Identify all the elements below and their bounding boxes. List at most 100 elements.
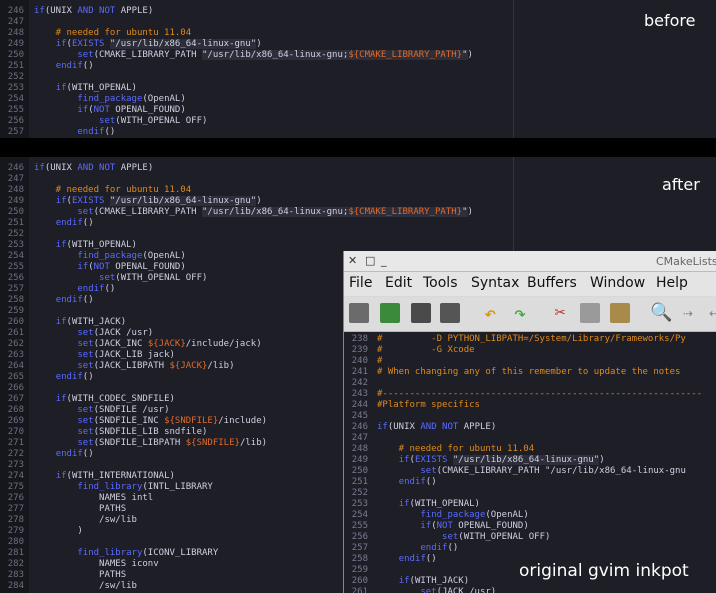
line-number: 246 (7, 163, 24, 173)
line-number: 261 (351, 587, 368, 593)
code-line: 239 # -G Xcode (344, 345, 716, 356)
copy-icon[interactable] (580, 303, 600, 323)
redo-icon[interactable]: ↷ (510, 303, 530, 323)
paste-icon[interactable] (610, 303, 630, 323)
before-label: before (644, 11, 696, 30)
next-icon[interactable]: ⇢ (678, 303, 698, 323)
menu-syntax[interactable]: Syntax (471, 275, 519, 291)
line-text: endif() (398, 477, 437, 487)
find-icon[interactable]: 🔍 (650, 303, 672, 323)
cut-icon[interactable]: ✂ (550, 303, 570, 323)
line-number: 279 (7, 526, 24, 536)
line-number: 257 (7, 284, 24, 294)
undo-icon[interactable]: ↶ (480, 303, 500, 323)
code-line: 248 # needed for ubuntu 11.04 (0, 185, 716, 196)
line-number: 264 (7, 361, 24, 371)
code-line: 256 set(WITH_OPENAL OFF) (0, 116, 716, 127)
line-text: endif() (55, 218, 94, 228)
line-number: 278 (7, 515, 24, 525)
line-text: find_package(OpenAL) (420, 510, 529, 520)
line-number: 280 (7, 537, 24, 547)
line-number: 250 (351, 466, 368, 476)
line-number: 257 (7, 127, 24, 137)
line-text: if(UNIX AND NOT APPLE) (34, 163, 154, 173)
code-line: 253 if(WITH_OPENAL) (344, 499, 716, 510)
line-text: if(WITH_JACK) (398, 576, 470, 586)
line-number: 268 (7, 405, 24, 415)
code-line: 247 (0, 174, 716, 185)
gvim-code-area[interactable]: 238 # -D PYTHON_LIBPATH=/System/Library/F… (344, 332, 716, 593)
line-number: 239 (351, 345, 368, 355)
code-line: 252 (0, 229, 716, 240)
line-number: 276 (7, 493, 24, 503)
code-line: 251 endif() (344, 477, 716, 488)
line-number: 262 (7, 339, 24, 349)
line-text: endif() (398, 554, 437, 564)
line-text: set(WITH_OPENAL OFF) (442, 532, 551, 542)
code-line: 255 if(NOT OPENAL_FOUND) (0, 105, 716, 116)
line-number: 253 (351, 499, 368, 509)
line-number: 255 (7, 105, 24, 115)
line-text: PATHS (34, 570, 127, 580)
line-number: 243 (351, 389, 368, 399)
code-line: 252 (0, 72, 716, 83)
line-text: # -G Xcode (377, 345, 475, 355)
maximize-icon[interactable]: □ (365, 254, 375, 267)
after-label: after (662, 175, 700, 194)
line-number: 273 (7, 460, 24, 470)
menu-tools[interactable]: Tools (423, 275, 458, 291)
menu-buffers[interactable]: Buffers (527, 275, 577, 291)
menu-edit[interactable]: Edit (385, 275, 412, 291)
line-text: set(SNDFILE_INC ${SNDFILE}/include) (77, 416, 268, 426)
line-text: # -D PYTHON_LIBPATH=/System/Library/Fram… (377, 334, 686, 344)
code-line: 257 endif() (0, 127, 716, 138)
line-text: if(NOT OPENAL_FOUND) (420, 521, 529, 531)
line-number: 255 (7, 262, 24, 272)
save-icon[interactable] (380, 303, 400, 323)
separator (0, 138, 716, 157)
line-text: #---------------------------------------… (377, 389, 703, 399)
line-number: 253 (7, 240, 24, 250)
line-number: 260 (7, 317, 24, 327)
title-bar[interactable]: ✕ □ _ CMakeLists (344, 251, 716, 272)
code-area[interactable]: 246 if(UNIX AND NOT APPLE) 247 248 # needed… (0, 6, 716, 138)
line-number: 247 (7, 17, 24, 27)
line-number: 246 (351, 422, 368, 432)
line-text: set(WITH_OPENAL OFF) (99, 273, 208, 283)
line-number: 248 (7, 185, 24, 195)
minimize-icon[interactable]: _ (381, 254, 387, 267)
code-line: 249 if(EXISTS "/usr/lib/x86_64-linux-gnu… (0, 39, 716, 50)
line-text: # needed for ubuntu 11.04 (34, 28, 192, 38)
line-number: 272 (7, 449, 24, 459)
line-text: set(JACK /usr) (77, 328, 154, 338)
menu-file[interactable]: File (349, 275, 372, 291)
line-text: set(JACK_LIBPATH ${JACK}/lib) (77, 361, 235, 371)
line-number: 256 (7, 116, 24, 126)
menu-help[interactable]: Help (656, 275, 688, 291)
line-number: 270 (7, 427, 24, 437)
prev-icon[interactable]: ⇠ (704, 303, 716, 323)
open-icon[interactable] (349, 303, 369, 323)
line-number: 261 (7, 328, 24, 338)
code-line: 246 if(UNIX AND NOT APPLE) (0, 163, 716, 174)
line-text: endif() (77, 284, 116, 294)
before-editor[interactable]: 246 if(UNIX AND NOT APPLE) 247 248 # needed… (0, 0, 716, 138)
line-number: 252 (7, 229, 24, 239)
menu-window[interactable]: Window (590, 275, 645, 291)
code-line: 249 if(EXISTS "/usr/lib/x86_64-linux-gnu… (0, 196, 716, 207)
line-text: set(WITH_OPENAL OFF) (99, 116, 208, 126)
save-all-icon[interactable] (411, 303, 431, 323)
code-line: 253 if(WITH_OPENAL) (0, 240, 716, 251)
line-text: find_library(INTL_LIBRARY (77, 482, 213, 492)
code-line: 254 find_package(OpenAL) (0, 94, 716, 105)
line-number: 241 (351, 367, 368, 377)
close-icon[interactable]: ✕ (348, 254, 357, 267)
print-icon[interactable] (440, 303, 460, 323)
line-number: 258 (351, 554, 368, 564)
gvim-window[interactable]: ✕ □ _ CMakeLists File Edit Tools Syntax … (343, 251, 716, 593)
line-number: 252 (7, 72, 24, 82)
window-title: CMakeLists (656, 255, 716, 268)
line-number: 254 (7, 94, 24, 104)
line-text: set(JACK /usr) (420, 587, 497, 593)
line-number: 251 (7, 218, 24, 228)
